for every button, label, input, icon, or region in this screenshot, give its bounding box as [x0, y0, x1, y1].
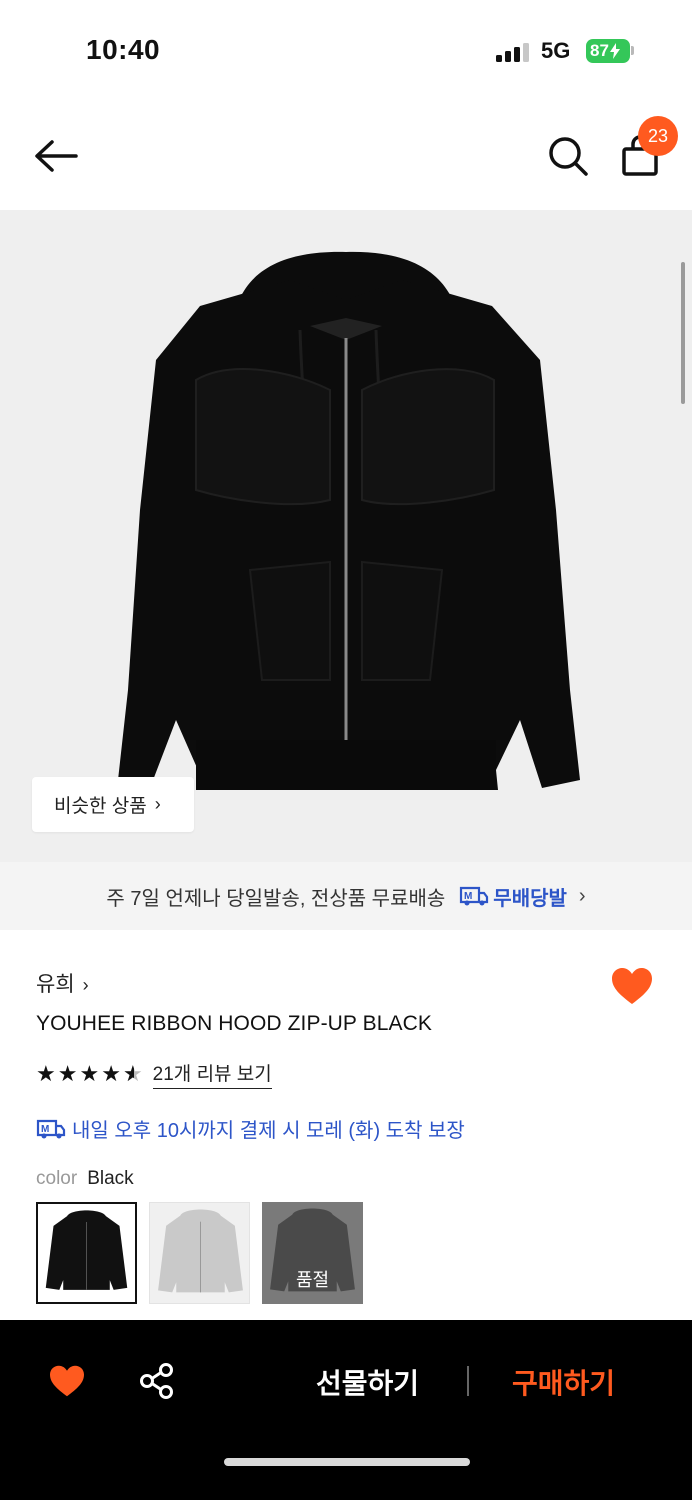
battery-icon: 87 [586, 39, 630, 63]
heart-icon[interactable] [610, 966, 654, 1006]
color-swatch-charcoal[interactable]: 품절 [262, 1202, 363, 1304]
brand-link[interactable]: 유희 › [36, 968, 89, 998]
arrival-guarantee: M 내일 오후 10시까지 결제 시 모레 (화) 도착 보장 [36, 1114, 465, 1143]
star-icon: ★ [79, 1061, 100, 1086]
similar-products-button[interactable]: 비슷한 상품 › [32, 777, 194, 832]
reviews-link[interactable]: 21개 리뷰 보기 [152, 1059, 272, 1089]
delivery-truck-icon: M [36, 1119, 66, 1138]
network-type: 5G [541, 38, 571, 63]
bottom-action-bar: 선물하기 구매하기 [0, 1320, 692, 1500]
color-label: color [36, 1168, 78, 1189]
svg-text:M: M [41, 1124, 49, 1135]
share-icon[interactable] [139, 1362, 175, 1400]
star-icon: ★ [36, 1061, 56, 1086]
signal-icon [496, 42, 530, 62]
divider [467, 1366, 469, 1396]
rating-row: ★ ★ ★ ★ ★ 21개 리뷰 보기 [36, 1059, 272, 1089]
star-icon: ★ [57, 1061, 78, 1086]
delivery-banner[interactable]: 주 7일 언제나 당일발송, 전상품 무료배송 M 무배당발 › [0, 862, 692, 930]
battery-level: 87 [590, 41, 609, 60]
color-value: Black [87, 1168, 134, 1189]
product-title: YOUHEE RIBBON HOOD ZIP-UP BLACK [36, 1012, 432, 1035]
half-star-icon: ★ [123, 1063, 143, 1086]
hoodie-image [118, 251, 580, 790]
search-icon[interactable] [546, 134, 590, 178]
buy-button[interactable]: 구매하기 [512, 1362, 615, 1402]
product-image[interactable]: 비슷한 상품 › [0, 210, 692, 862]
heart-icon[interactable] [48, 1364, 86, 1398]
cart-count-badge: 23 [638, 116, 678, 156]
color-row: color Black [36, 1168, 134, 1190]
brand-name: 유희 [36, 973, 75, 996]
battery-cap [631, 46, 634, 55]
star-rating: ★ ★ ★ ★ ★ [36, 1061, 143, 1086]
star-icon: ★ [101, 1061, 121, 1086]
status-bar: 10:40 5G 87 [0, 0, 692, 100]
image-scrollbar [681, 262, 685, 404]
status-time: 10:40 [86, 34, 161, 65]
top-nav: 23 [0, 100, 692, 210]
sold-out-label: 품절 [295, 1270, 330, 1290]
delivery-brand: 무배당발 [493, 887, 567, 910]
home-indicator [224, 1458, 470, 1466]
similar-products-label: 비슷한 상품 [54, 796, 147, 817]
svg-text:M: M [464, 891, 472, 902]
delivery-truck-icon: M [460, 886, 489, 906]
color-swatch-gray[interactable] [149, 1202, 250, 1304]
chevron-right-icon: › [578, 884, 586, 907]
chevron-right-icon: › [154, 794, 161, 814]
arrival-text: 내일 오후 10시까지 결제 시 모레 (화) 도착 보장 [72, 1120, 465, 1142]
gift-button[interactable]: 선물하기 [316, 1362, 419, 1402]
color-swatch-black[interactable] [36, 1202, 137, 1304]
delivery-text: 주 7일 언제나 당일발송, 전상품 무료배송 [106, 887, 446, 910]
back-arrow-icon[interactable] [32, 136, 80, 176]
chevron-right-icon: › [82, 975, 89, 995]
color-swatches: 품절 [36, 1202, 363, 1304]
